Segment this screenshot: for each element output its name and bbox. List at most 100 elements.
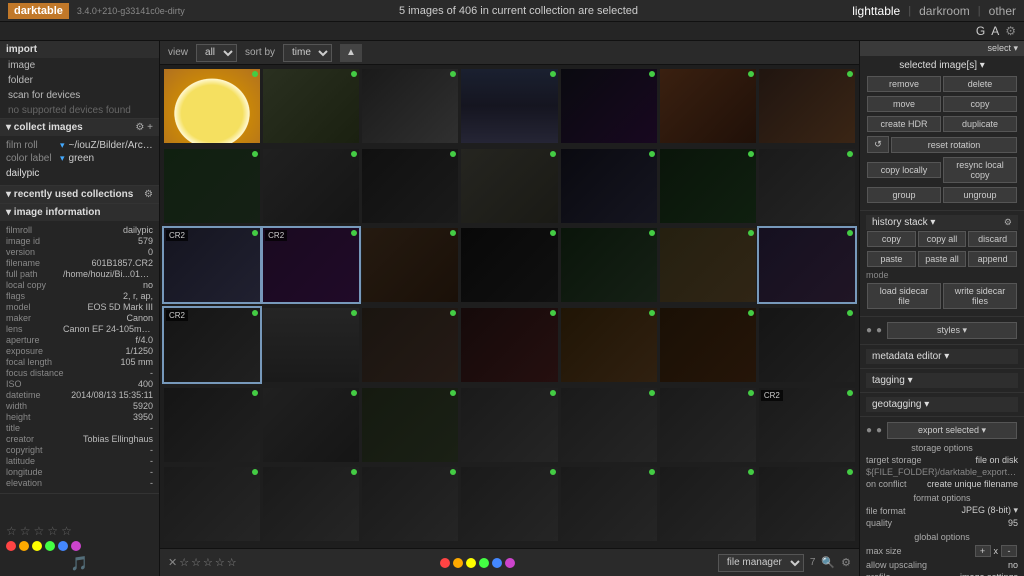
paste-all-btn[interactable]: paste all [918,251,967,267]
bottom-settings-icon[interactable]: ⚙ [841,556,851,569]
star-5[interactable]: ☆ [61,524,72,538]
bottom-dot-green[interactable] [479,558,489,568]
ungroup-btn[interactable]: ungroup [943,187,1017,203]
thumbnail-31[interactable] [362,388,458,462]
bottom-star-5[interactable]: ☆ [227,556,237,569]
nav-lighttable[interactable]: lighttable [852,4,900,18]
thumbnail-26[interactable] [561,308,657,382]
thumbnail-19[interactable] [561,228,657,302]
copy-locally-btn[interactable]: copy locally [867,162,941,178]
thumbnail-12[interactable] [561,149,657,223]
thumbnail-8[interactable] [164,149,260,223]
thumbnail-1[interactable] [164,69,260,143]
star-2[interactable]: ☆ [20,524,31,538]
zoom-a-icon[interactable]: A [991,24,999,38]
max-size-plus-x[interactable]: + [975,545,991,557]
bottom-dot-red[interactable] [440,558,450,568]
delete-btn[interactable]: delete [943,76,1017,92]
recent-header[interactable]: ▾ recently used collections ⚙ [0,186,159,203]
thumbnail-7[interactable] [759,69,855,143]
tagging-header[interactable]: tagging ▾ [866,373,1018,388]
thumbnail-25[interactable] [461,308,557,382]
thumbnail-42[interactable] [759,467,855,541]
styles-btn[interactable]: styles ▾ [887,322,1017,339]
remove-btn[interactable]: remove [867,76,941,92]
thumbnail-37[interactable] [263,467,359,541]
thumbnail-4[interactable] [461,69,557,143]
bottom-dot-yellow[interactable] [466,558,476,568]
thumbnail-36[interactable] [164,467,260,541]
copy-all-btn[interactable]: copy all [918,231,967,247]
resync-btn[interactable]: resync local copy [943,157,1017,183]
geotagging-header[interactable]: geotagging ▾ [866,397,1018,412]
thumbnail-10[interactable] [362,149,458,223]
create-hdr-btn[interactable]: create HDR [867,116,941,132]
thumbnail-14[interactable] [759,149,855,223]
write-sidecar-btn[interactable]: write sidecar files [943,283,1017,309]
reject-icon[interactable]: ✕ [168,556,177,569]
settings-icon[interactable]: ⚙ [1005,24,1016,38]
bottom-dot-orange[interactable] [453,558,463,568]
thumbnail-32[interactable] [461,388,557,462]
thumbnail-33[interactable] [561,388,657,462]
collect-header[interactable]: ▾ collect images ⚙ + [0,119,159,136]
thumbnail-15[interactable]: CR2 [164,228,260,302]
paste-btn[interactable]: paste [867,251,916,267]
image-info-header[interactable]: ▾ image information [0,204,159,221]
rotate-reset-btn[interactable]: ↺ [867,136,889,153]
thumbnail-39[interactable] [461,467,557,541]
thumbnail-34[interactable] [660,388,756,462]
star-1[interactable]: ☆ [6,524,17,538]
thumbnail-11[interactable] [461,149,557,223]
copy-history-btn[interactable]: copy [867,231,916,247]
bottom-star-2[interactable]: ☆ [191,556,201,569]
group-btn[interactable]: group [867,187,941,203]
thumbnail-9[interactable] [263,149,359,223]
bottom-zoom-icon[interactable]: 🔍 [821,556,835,569]
reset-rotation-btn[interactable]: reset rotation [891,137,1017,153]
bottom-star-1[interactable]: ☆ [179,556,189,569]
load-sidecar-btn[interactable]: load sidecar file [867,283,941,309]
thumbnail-18[interactable] [461,228,557,302]
move-btn[interactable]: move [867,96,941,112]
select-header[interactable]: select ▾ [860,41,1024,56]
thumbnail-21[interactable] [759,228,855,302]
import-image[interactable]: image [0,58,159,73]
thumbnail-41[interactable] [660,467,756,541]
import-scan[interactable]: scan for devices [0,88,159,103]
thumbnail-3[interactable] [362,69,458,143]
bottom-dot-blue[interactable] [492,558,502,568]
thumbnail-20[interactable] [660,228,756,302]
thumbnail-6[interactable] [660,69,756,143]
duplicate-btn[interactable]: duplicate [943,116,1017,132]
thumbnail-23[interactable] [263,308,359,382]
bottom-star-4[interactable]: ☆ [215,556,225,569]
color-dot-green[interactable] [45,541,55,551]
thumbnail-22[interactable]: CR2 [164,308,260,382]
thumbnail-38[interactable] [362,467,458,541]
copy-btn[interactable]: copy [943,96,1017,112]
export-selected-btn[interactable]: export selected ▾ [887,422,1017,439]
view-mode-select[interactable]: file manager [718,554,804,572]
bottom-star-3[interactable]: ☆ [203,556,213,569]
sort-order-btn[interactable]: ▲ [340,44,362,62]
import-folder[interactable]: folder [0,73,159,88]
metadata-header[interactable]: metadata editor ▾ [866,349,1018,364]
thumbnail-30[interactable] [263,388,359,462]
star-3[interactable]: ☆ [34,524,45,538]
sort-select[interactable]: time [283,44,332,62]
thumbnail-40[interactable] [561,467,657,541]
color-dot-yellow[interactable] [32,541,42,551]
thumbnail-24[interactable] [362,308,458,382]
history-header[interactable]: history stack ▾ ⚙ [866,215,1018,230]
color-dot-orange[interactable] [19,541,29,551]
nav-other[interactable]: other [989,4,1016,18]
thumbnail-35[interactable]: CR2 [759,388,855,462]
thumbnail-2[interactable] [263,69,359,143]
star-4[interactable]: ☆ [47,524,58,538]
discard-btn[interactable]: discard [968,231,1017,247]
thumbnail-27[interactable] [660,308,756,382]
thumbnail-29[interactable] [164,388,260,462]
append-btn[interactable]: append [968,251,1017,267]
zoom-g-icon[interactable]: G [976,24,985,38]
